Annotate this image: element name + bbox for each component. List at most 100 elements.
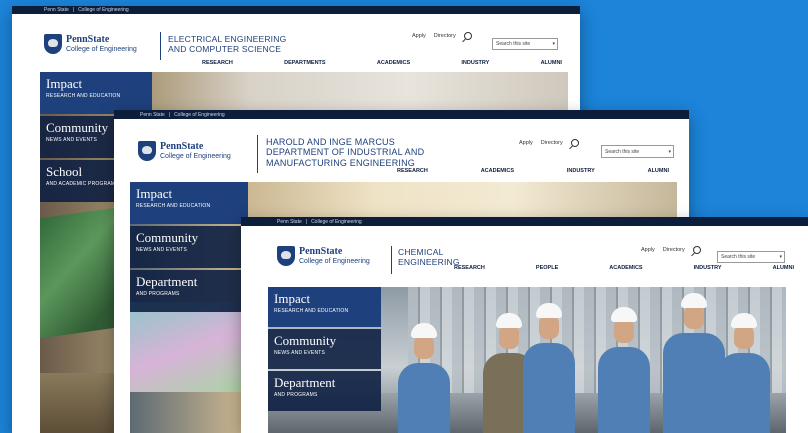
utility-links: Apply Directory (519, 139, 579, 147)
hero-sidebar: Impact Research and Education Community … (130, 182, 248, 314)
logo-college: College of Engineering (299, 257, 370, 265)
department-title[interactable]: Electrical Engineering and Computer Scie… (168, 34, 286, 55)
nav-item-research[interactable]: Research (454, 265, 485, 271)
search-icon[interactable] (570, 139, 579, 147)
sidebar-item-subtitle: News and Events (274, 350, 326, 357)
college-link[interactable]: College of Engineering (78, 7, 129, 13)
nav-item-academics[interactable]: Academics (377, 60, 410, 66)
apply-link[interactable]: Apply (412, 33, 426, 39)
sidebar-item-subtitle: News and Events (136, 247, 188, 254)
nav-item-industry[interactable]: Industry (567, 168, 595, 174)
sidebar-item-community[interactable]: Community News and Events (130, 226, 248, 268)
apply-link[interactable]: Apply (519, 140, 533, 146)
sidebar-item-title: Department (274, 375, 336, 390)
directory-link[interactable]: Directory (434, 33, 456, 39)
sidebar-item-department[interactable]: Department and Programs (130, 270, 248, 312)
dropdown-caret-icon: ▾ (779, 254, 782, 260)
site-header: PennState College of Engineering Chemica… (241, 226, 808, 274)
student-figure (398, 323, 450, 433)
sidebar-item-impact[interactable]: Impact Research and Education (268, 287, 381, 327)
college-link[interactable]: College of Engineering (311, 219, 362, 225)
sidebar-item-subtitle: Research and Education (46, 93, 121, 100)
nav-item-research[interactable]: Research (202, 60, 233, 66)
pennstate-logo[interactable]: PennState College of Engineering (277, 246, 370, 266)
hero-image: Impact Research and Education Community … (268, 287, 786, 433)
sidebar-item-title: Impact (46, 76, 83, 91)
apply-link[interactable]: Apply (641, 247, 655, 253)
sidebar-item-department[interactable]: Department and Programs (268, 371, 381, 411)
sidebar-item-subtitle: and Programs (136, 291, 180, 298)
search-input[interactable]: Search this site ▾ (492, 38, 558, 50)
sidebar-item-title: Community (274, 333, 337, 348)
nittany-lion-shield-icon (138, 141, 156, 161)
logo-divider (391, 246, 392, 274)
pennstate-logo[interactable]: PennState College of Engineering (138, 141, 231, 161)
logo-college: College of Engineering (160, 152, 231, 160)
nav-item-industry[interactable]: Industry (461, 60, 489, 66)
logo-name: PennState (160, 141, 204, 153)
nittany-lion-shield-icon (44, 34, 62, 54)
top-utility-bar: Penn State | College of Engineering (241, 217, 808, 226)
main-nav: Research Academics Industry Alumni (397, 168, 669, 174)
search-input[interactable]: Search this site ▾ (601, 145, 674, 158)
department-title-line: Engineering (398, 256, 460, 267)
utility-links: Apply Directory (641, 246, 701, 254)
department-title-line: and Computer Science (168, 43, 282, 54)
nav-item-research[interactable]: Research (397, 168, 428, 174)
search-icon[interactable] (463, 32, 472, 40)
department-title[interactable]: Harold and Inge Marcus Department of Ind… (266, 137, 424, 168)
nav-item-industry[interactable]: Industry (694, 265, 722, 271)
search-placeholder: Search this site (496, 41, 531, 47)
department-title-line: Harold and Inge Marcus (266, 137, 395, 147)
window-chemical-engineering: Penn State | College of Engineering Penn… (241, 217, 808, 433)
sidebar-item-title: Impact (136, 186, 173, 201)
nittany-lion-shield-icon (277, 246, 295, 266)
sidebar-item-impact[interactable]: Impact Research and Education (130, 182, 248, 224)
logo-name: PennState (299, 246, 343, 258)
department-title-line: Manufacturing Engineering (266, 157, 416, 168)
dropdown-caret-icon: ▾ (552, 41, 555, 47)
site-header: PennState College of Engineering Harold … (114, 119, 689, 173)
main-nav: Research Departments Academics Industry … (202, 60, 562, 66)
dropdown-caret-icon: ▾ (668, 148, 671, 155)
nav-item-alumni[interactable]: Alumni (541, 60, 562, 66)
logo-divider (160, 32, 161, 60)
search-placeholder: Search this site (605, 148, 640, 155)
directory-link[interactable]: Directory (663, 247, 685, 253)
pennstate-logo[interactable]: PennState College of Engineering (44, 34, 137, 54)
nav-item-departments[interactable]: Departments (284, 60, 325, 66)
sidebar-item-title: Department (136, 274, 198, 289)
sidebar-item-community[interactable]: Community News and Events (268, 329, 381, 369)
topbar-separator: | (305, 218, 308, 225)
logo-divider (257, 135, 258, 173)
sidebar-item-subtitle: and Programs (274, 392, 318, 399)
search-icon[interactable] (692, 246, 701, 254)
utility-links: Apply Directory (412, 32, 472, 40)
penn-state-link[interactable]: Penn State (140, 112, 165, 118)
search-input[interactable]: Search this site ▾ (717, 251, 785, 263)
nav-item-alumni[interactable]: Alumni (773, 265, 794, 271)
department-title[interactable]: Chemical Engineering (398, 247, 460, 268)
nav-item-academics[interactable]: Academics (609, 265, 642, 271)
college-link[interactable]: College of Engineering (174, 112, 225, 118)
nav-item-academics[interactable]: Academics (481, 168, 514, 174)
directory-link[interactable]: Directory (541, 140, 563, 146)
logo-name: PennState (66, 34, 110, 46)
search-placeholder: Search this site (721, 254, 756, 260)
student-figure (663, 293, 725, 433)
nav-item-people[interactable]: People (536, 265, 558, 271)
penn-state-link[interactable]: Penn State (277, 219, 302, 225)
top-utility-bar: Penn State | College of Engineering (114, 110, 689, 119)
topbar-separator: | (72, 7, 75, 13)
department-title-line: Department of Industrial and (266, 147, 425, 158)
student-figure (523, 303, 575, 433)
nav-item-alumni[interactable]: Alumni (648, 168, 669, 174)
main-nav: Research People Academics Industry Alumn… (454, 265, 794, 271)
student-figure (598, 307, 650, 433)
site-header: PennState College of Engineering Electri… (12, 14, 580, 66)
sidebar-item-impact[interactable]: Impact Research and Education (40, 72, 152, 114)
penn-state-link[interactable]: Penn State (44, 7, 69, 13)
sidebar-item-title: Impact (274, 291, 311, 306)
topbar-separator: | (168, 111, 171, 118)
sidebar-item-subtitle: Research and Education (274, 308, 349, 315)
